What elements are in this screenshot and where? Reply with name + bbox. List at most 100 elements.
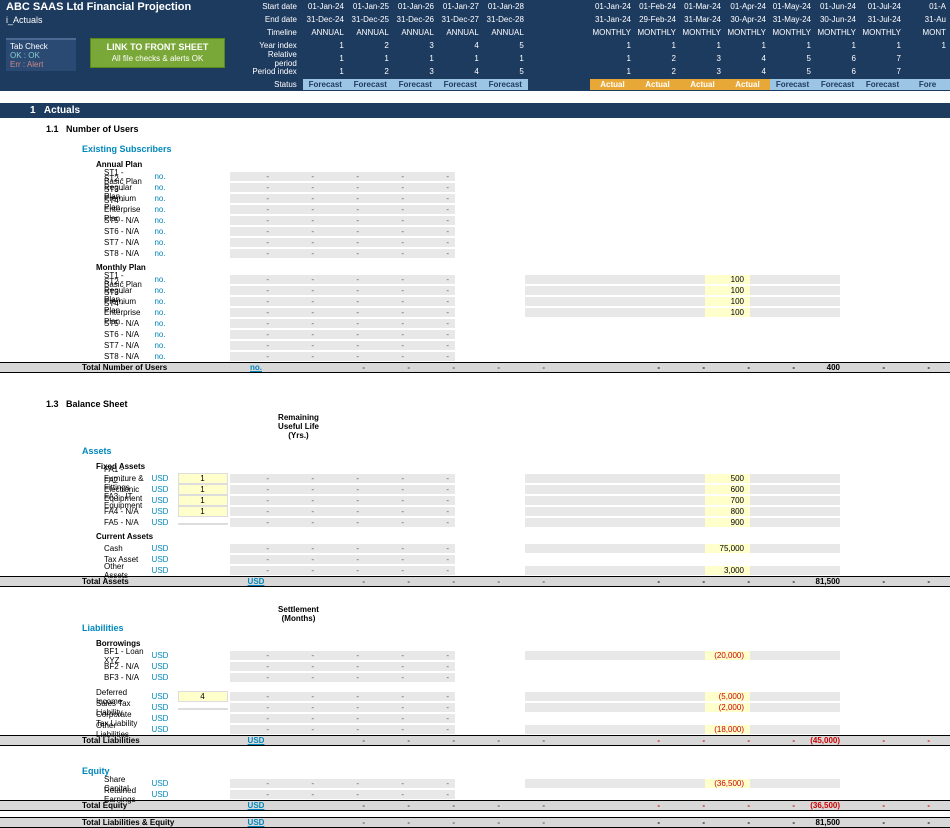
data-cell[interactable] — [615, 485, 660, 494]
data-cell[interactable] — [795, 518, 840, 527]
data-cell[interactable] — [570, 566, 615, 575]
data-cell[interactable] — [750, 275, 795, 284]
data-cell[interactable] — [615, 703, 660, 712]
data-cell[interactable] — [525, 308, 570, 317]
data-cell[interactable] — [525, 703, 570, 712]
data-cell[interactable] — [525, 692, 570, 701]
data-cell[interactable]: (20,000) — [705, 651, 750, 660]
life-input[interactable]: 1 — [178, 495, 228, 506]
data-cell[interactable] — [750, 651, 795, 660]
data-cell[interactable] — [795, 703, 840, 712]
data-cell[interactable] — [570, 779, 615, 788]
data-cell[interactable]: (18,000) — [705, 725, 750, 734]
data-cell[interactable] — [570, 474, 615, 483]
link-to-front-sheet-button[interactable]: LINK TO FRONT SHEET All file checks & al… — [90, 38, 225, 68]
data-cell[interactable] — [660, 496, 705, 505]
data-cell[interactable] — [750, 308, 795, 317]
data-cell[interactable] — [750, 725, 795, 734]
data-cell[interactable]: 100 — [705, 286, 750, 295]
data-cell[interactable] — [660, 544, 705, 553]
data-cell[interactable]: 3,000 — [705, 566, 750, 575]
data-cell[interactable] — [795, 496, 840, 505]
data-cell[interactable] — [525, 474, 570, 483]
data-cell[interactable] — [525, 725, 570, 734]
data-cell[interactable] — [795, 286, 840, 295]
data-cell[interactable] — [795, 779, 840, 788]
data-cell[interactable] — [750, 297, 795, 306]
data-cell[interactable]: 75,000 — [705, 544, 750, 553]
data-cell[interactable] — [660, 692, 705, 701]
data-cell[interactable] — [660, 485, 705, 494]
data-cell[interactable] — [615, 725, 660, 734]
data-cell[interactable] — [660, 507, 705, 516]
data-cell[interactable] — [525, 286, 570, 295]
life-input[interactable]: 1 — [178, 484, 228, 495]
data-cell[interactable] — [795, 308, 840, 317]
data-cell[interactable] — [660, 725, 705, 734]
data-cell[interactable] — [750, 507, 795, 516]
data-cell[interactable] — [615, 297, 660, 306]
data-cell[interactable]: 600 — [705, 485, 750, 494]
data-cell[interactable] — [750, 544, 795, 553]
settle-input[interactable] — [178, 708, 228, 710]
data-cell[interactable]: (2,000) — [705, 703, 750, 712]
data-cell[interactable] — [615, 496, 660, 505]
data-cell[interactable] — [615, 518, 660, 527]
data-cell[interactable] — [615, 779, 660, 788]
data-cell[interactable] — [525, 485, 570, 494]
data-cell[interactable] — [525, 297, 570, 306]
data-cell[interactable] — [570, 308, 615, 317]
life-input[interactable]: 1 — [178, 473, 228, 484]
data-cell[interactable] — [570, 544, 615, 553]
data-cell[interactable] — [660, 297, 705, 306]
data-cell[interactable] — [795, 566, 840, 575]
data-cell[interactable] — [750, 779, 795, 788]
data-cell[interactable] — [570, 703, 615, 712]
life-input[interactable]: 1 — [178, 506, 228, 517]
data-cell[interactable] — [615, 544, 660, 553]
data-cell[interactable] — [525, 651, 570, 660]
data-cell[interactable] — [660, 275, 705, 284]
data-cell[interactable] — [750, 485, 795, 494]
data-cell[interactable] — [795, 507, 840, 516]
data-cell[interactable] — [525, 566, 570, 575]
data-cell[interactable] — [570, 518, 615, 527]
data-cell[interactable] — [750, 703, 795, 712]
data-cell[interactable] — [795, 275, 840, 284]
data-cell[interactable] — [660, 566, 705, 575]
data-cell[interactable] — [615, 275, 660, 284]
data-cell[interactable]: 700 — [705, 496, 750, 505]
data-cell[interactable] — [660, 474, 705, 483]
data-cell[interactable] — [525, 275, 570, 284]
data-cell[interactable] — [660, 779, 705, 788]
data-cell[interactable] — [615, 308, 660, 317]
data-cell[interactable] — [570, 507, 615, 516]
data-cell[interactable] — [795, 544, 840, 553]
data-cell[interactable] — [750, 474, 795, 483]
data-cell[interactable] — [750, 518, 795, 527]
data-cell[interactable]: 100 — [705, 308, 750, 317]
data-cell[interactable]: 500 — [705, 474, 750, 483]
data-cell[interactable] — [750, 286, 795, 295]
data-cell[interactable] — [615, 286, 660, 295]
data-cell[interactable] — [525, 518, 570, 527]
data-cell[interactable] — [660, 651, 705, 660]
data-cell[interactable]: (5,000) — [705, 692, 750, 701]
data-cell[interactable] — [525, 544, 570, 553]
data-cell[interactable] — [570, 297, 615, 306]
data-cell[interactable] — [795, 651, 840, 660]
data-cell[interactable] — [615, 474, 660, 483]
data-cell[interactable] — [570, 485, 615, 494]
data-cell[interactable] — [795, 725, 840, 734]
data-cell[interactable] — [570, 692, 615, 701]
data-cell[interactable] — [570, 275, 615, 284]
data-cell[interactable] — [615, 566, 660, 575]
data-cell[interactable] — [615, 507, 660, 516]
data-cell[interactable] — [660, 518, 705, 527]
data-cell[interactable] — [795, 692, 840, 701]
data-cell[interactable] — [750, 566, 795, 575]
life-input[interactable] — [178, 523, 228, 525]
data-cell[interactable] — [750, 496, 795, 505]
data-cell[interactable] — [795, 474, 840, 483]
settle-input[interactable]: 4 — [178, 691, 228, 702]
